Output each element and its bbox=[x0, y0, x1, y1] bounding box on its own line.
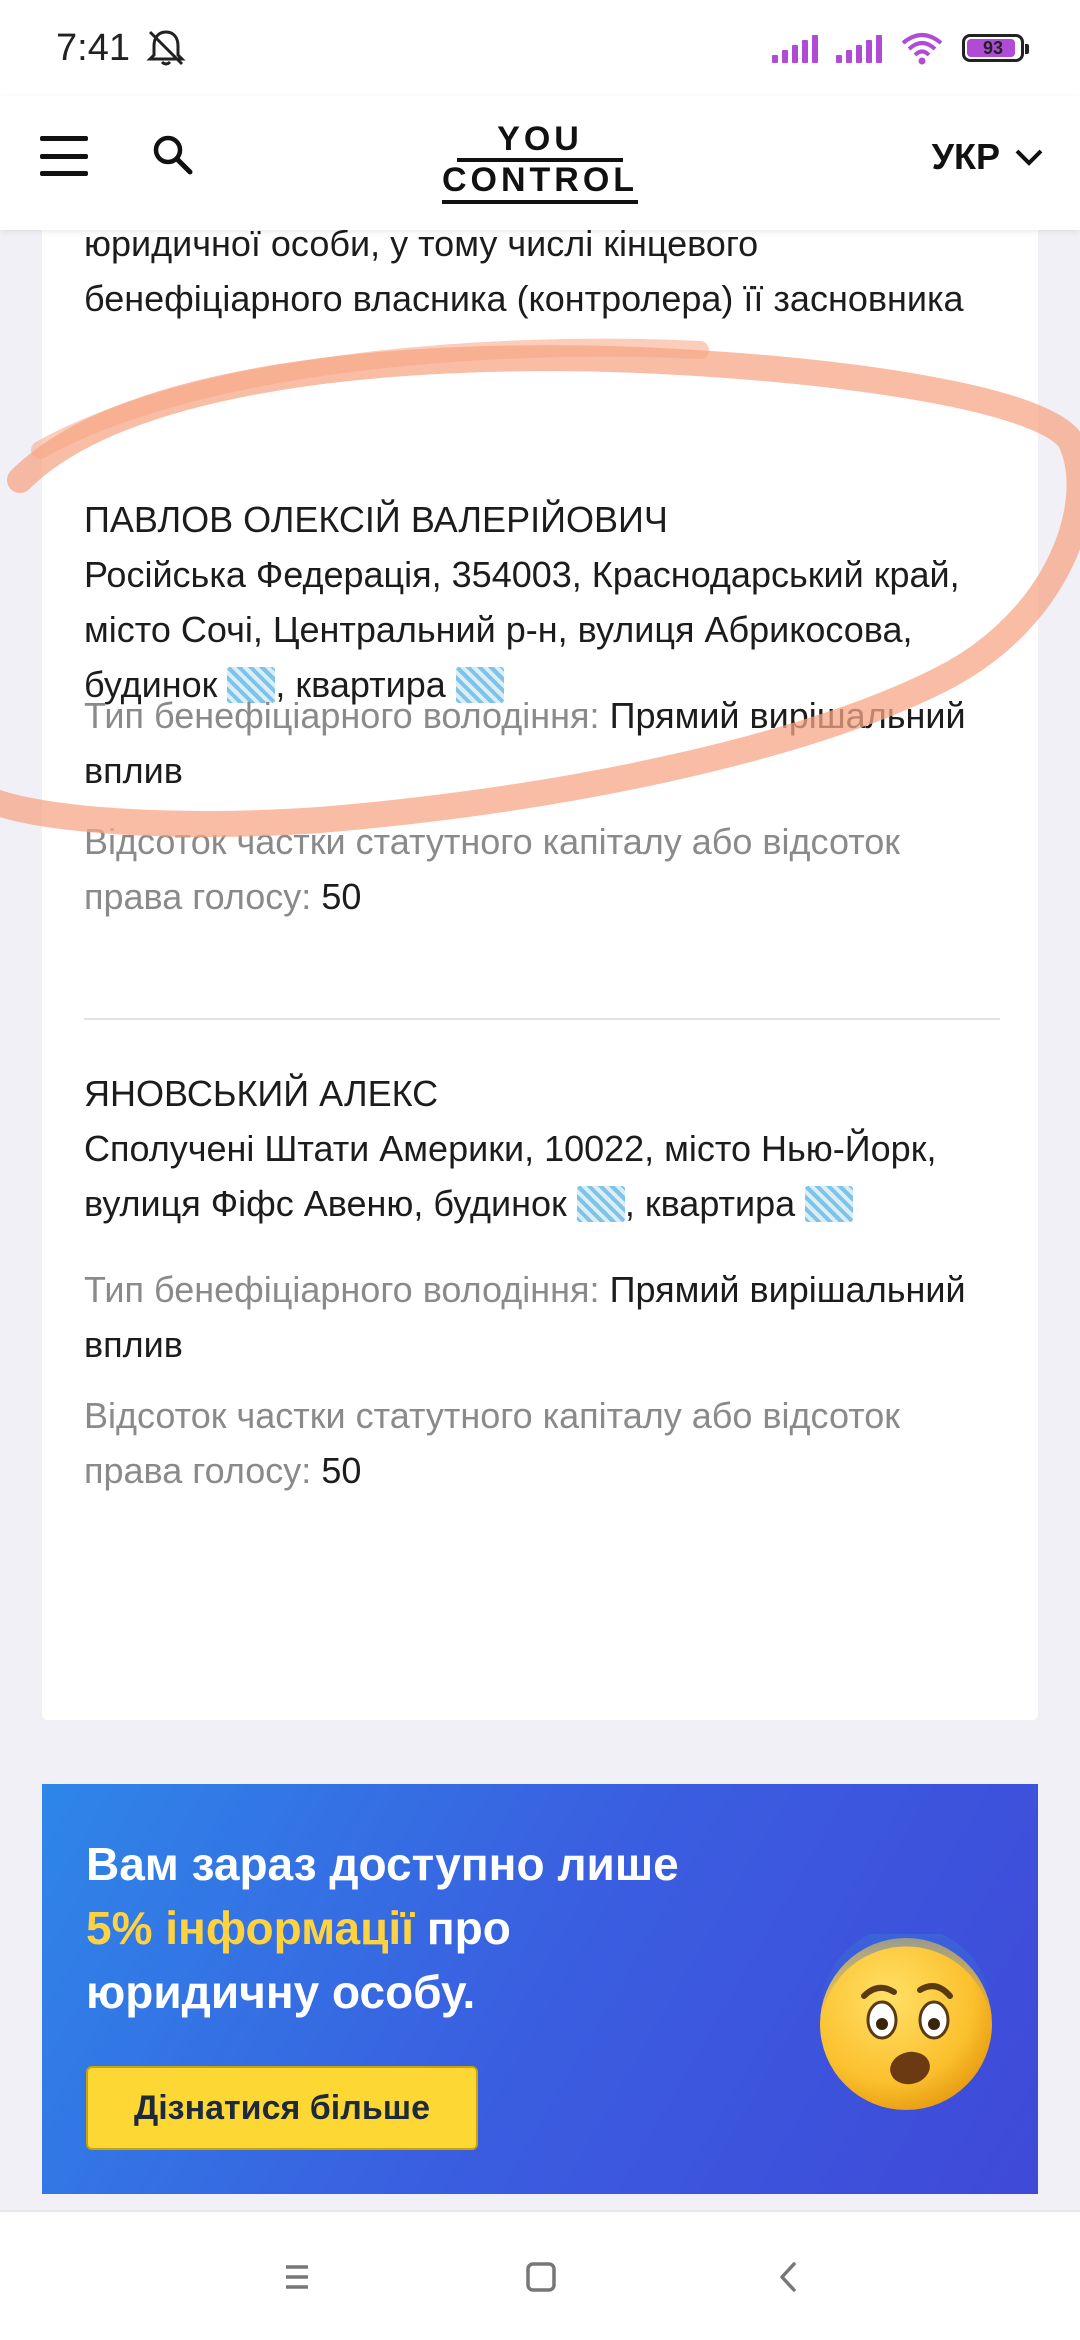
signal-icon-2 bbox=[836, 33, 882, 63]
beneficiary-1-share: Відсоток частки статутного капіталу або … bbox=[84, 814, 1004, 924]
app-header: YOU CONTROL УКР bbox=[0, 96, 1080, 230]
status-bar: 7:41 93 bbox=[0, 0, 1080, 96]
beneficiary-2-share: Відсоток частки статутного капіталу або … bbox=[84, 1388, 1004, 1498]
language-selector[interactable]: УКР bbox=[932, 136, 1044, 178]
beneficiary-2-ownership: Тип бенефіціарного володіння: Прямий вир… bbox=[84, 1262, 1004, 1372]
beneficiaries-card: юридичної особи, у тому числі кінцевого … bbox=[42, 200, 1038, 1720]
divider bbox=[84, 1018, 1000, 1020]
bell-muted-icon bbox=[146, 30, 186, 66]
promo-line1: Вам зараз доступно лише bbox=[86, 1838, 679, 1890]
share-value: 50 bbox=[321, 876, 362, 917]
system-nav-bar bbox=[0, 2210, 1080, 2340]
wifi-icon bbox=[901, 33, 943, 65]
promo-line3: юридичну особу. bbox=[86, 1966, 476, 2018]
signal-icon-1 bbox=[772, 33, 818, 63]
section-description: юридичної особи, у тому числі кінцевого … bbox=[84, 223, 964, 319]
beneficiary-2-name: ЯНОВСЬКИЙ АЛЕКС bbox=[84, 1073, 439, 1114]
search-icon[interactable] bbox=[148, 130, 196, 178]
youcontrol-logo[interactable]: YOU CONTROL bbox=[440, 118, 640, 208]
promo-text: Вам зараз доступно лише 5% інформації пр… bbox=[86, 1832, 786, 2024]
logo-bottom: CONTROL bbox=[441, 162, 639, 204]
beneficiary-2-address-sep: , квартира bbox=[624, 1183, 796, 1224]
redacted-apartment-icon bbox=[805, 1186, 854, 1222]
promo-accent: 5% інформації bbox=[86, 1902, 415, 1954]
beneficiary-1-name: ПАВЛОВ ОЛЕКСІЙ ВАЛЕРІЙОВИЧ bbox=[84, 499, 668, 540]
status-time: 7:41 bbox=[56, 26, 130, 69]
share-value: 50 bbox=[321, 1450, 362, 1491]
anxious-face-icon bbox=[820, 1934, 992, 2110]
share-label: Відсоток частки статутного капіталу або … bbox=[84, 1395, 901, 1491]
beneficiary-2-address: Сполучені Штати Америки, 10022, місто Нь… bbox=[84, 1121, 1004, 1231]
menu-icon[interactable] bbox=[40, 132, 88, 180]
ownership-label: Тип бенефіціарного володіння: bbox=[84, 695, 600, 736]
back-icon[interactable] bbox=[764, 2252, 814, 2302]
logo-top: YOU bbox=[457, 122, 623, 162]
promo-line2: про bbox=[426, 1902, 511, 1954]
language-label: УКР bbox=[931, 136, 1000, 177]
home-icon[interactable] bbox=[516, 2252, 566, 2302]
chevron-down-icon bbox=[1015, 149, 1043, 166]
promo-banner: Вам зараз доступно лише 5% інформації пр… bbox=[42, 1784, 1038, 2194]
battery-icon: 93 bbox=[962, 34, 1029, 62]
ownership-label: Тип бенефіціарного володіння: bbox=[84, 1269, 600, 1310]
beneficiary-1-address-text: Російська Федерація, 354003, Краснодарсь… bbox=[84, 554, 960, 705]
beneficiary-1-ownership: Тип бенефіціарного володіння: Прямий вир… bbox=[84, 688, 1004, 798]
battery-level: 93 bbox=[982, 37, 1004, 58]
learn-more-button[interactable]: Дізнатися більше bbox=[86, 2066, 478, 2150]
share-label: Відсоток частки статутного капіталу або … bbox=[84, 821, 901, 917]
recent-apps-icon[interactable] bbox=[272, 2252, 322, 2302]
redacted-building-icon bbox=[576, 1186, 625, 1222]
